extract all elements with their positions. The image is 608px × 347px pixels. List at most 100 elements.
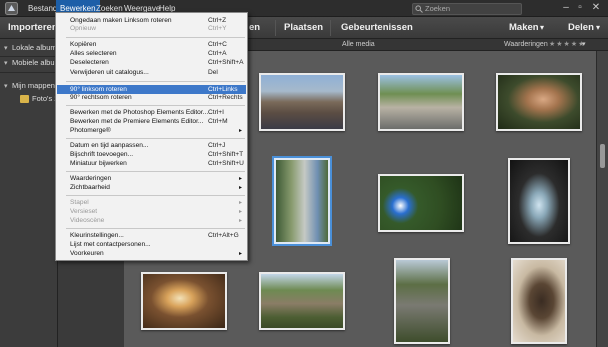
menu-item-label: Videoscène bbox=[70, 217, 105, 224]
menu-item-label: Deselecteren bbox=[70, 59, 109, 66]
collapse-arrow-icon: ▾ bbox=[4, 60, 8, 67]
menu-item-adjust-date-time[interactable]: Datum en tijd aanpassen... Ctrl+J bbox=[57, 142, 246, 150]
submenu-arrow-icon: ▸ bbox=[239, 200, 243, 206]
photo-thumbnail[interactable] bbox=[141, 272, 227, 330]
menu-item-shortcut: Ctrl+Rechts bbox=[208, 94, 243, 101]
menu-item-shortcut: Ctrl+Shift+A bbox=[208, 59, 244, 66]
submenu-arrow-icon: ▸ bbox=[239, 176, 243, 182]
photo-thumbnail[interactable] bbox=[378, 174, 464, 232]
menu-item-label: 90° linksom roteren bbox=[70, 86, 127, 93]
menu-item-label: Datum en tijd aanpassen... bbox=[70, 142, 149, 149]
menu-item-shortcut: Ctrl+Shift+U bbox=[208, 160, 244, 167]
collapse-arrow-icon: ▾ bbox=[4, 45, 8, 52]
ratings-label[interactable]: Waarderingen bbox=[504, 39, 548, 51]
menu-item-update-thumbnail[interactable]: Miniatuur bijwerken Ctrl+Shift+U bbox=[57, 160, 246, 168]
search-placeholder: Zoeken bbox=[425, 4, 451, 13]
grid-scrollbar[interactable] bbox=[596, 51, 608, 347]
menu-item-shortcut: Ctrl+M bbox=[208, 118, 228, 125]
app-logo-icon[interactable] bbox=[5, 2, 18, 15]
close-icon[interactable]: ✕ bbox=[590, 2, 602, 14]
menu-item-deselect[interactable]: Deselecteren Ctrl+Shift+A bbox=[57, 59, 246, 67]
share-chevron-icon[interactable]: ▾ bbox=[596, 17, 600, 39]
tab-events[interactable]: Gebeurtenissen bbox=[341, 17, 413, 39]
search-input[interactable]: Zoeken bbox=[412, 3, 522, 15]
photo-thumbnail[interactable] bbox=[508, 158, 570, 244]
menu-item-label: Bijschrift toevoegen... bbox=[70, 151, 134, 158]
rating-stars[interactable]: ★★★★★ bbox=[549, 39, 585, 51]
menu-item-label: 90° rechtsom roteren bbox=[70, 94, 132, 101]
menu-item-stack: Stapel ▸ bbox=[57, 199, 246, 207]
maximize-icon[interactable]: ▫ bbox=[574, 2, 586, 14]
edit-menu-dropdown: Ongedaan maken Linksom roteren Ctrl+Z Opn… bbox=[55, 12, 248, 261]
minimize-icon[interactable]: – bbox=[560, 2, 572, 14]
menu-item-label: Verwijderen uit catalogus... bbox=[70, 69, 149, 76]
my-folders-header[interactable]: ▾ Mijn mappen bbox=[0, 79, 58, 93]
local-albums-label: Lokale albums bbox=[12, 43, 58, 52]
photo-thumbnail-selected[interactable] bbox=[272, 156, 332, 246]
menu-item-photomerge[interactable]: Photomerge® ▸ bbox=[57, 127, 246, 135]
submenu-arrow-icon: ▸ bbox=[239, 185, 243, 191]
menu-item-label: Kopiëren bbox=[70, 41, 97, 48]
tab-places[interactable]: Plaatsen bbox=[284, 17, 323, 39]
photo-image bbox=[510, 160, 568, 242]
menu-item-color-settings[interactable]: Kleurinstellingen... Ctrl+Alt+G bbox=[57, 232, 246, 240]
search-icon bbox=[415, 5, 423, 13]
menu-item-shortcut: Ctrl+Z bbox=[208, 17, 227, 24]
divider bbox=[0, 72, 58, 73]
photo-thumbnail[interactable] bbox=[259, 272, 345, 330]
menu-item-rotate-right[interactable]: 90° rechtsom roteren Ctrl+Rechts bbox=[57, 94, 246, 102]
import-button[interactable]: Importeren bbox=[8, 17, 58, 39]
photo-thumbnail[interactable] bbox=[511, 258, 567, 344]
create-chevron-icon[interactable]: ▾ bbox=[540, 17, 544, 39]
submenu-arrow-icon: ▸ bbox=[239, 128, 243, 134]
menu-item-version-set: Versieset ▸ bbox=[57, 208, 246, 216]
menu-item-ratings[interactable]: Waarderingen ▸ bbox=[57, 175, 246, 183]
photo-image bbox=[498, 75, 580, 129]
menu-item-label: Lijst met contactpersonen... bbox=[70, 241, 151, 248]
tab-hidden[interactable]: en bbox=[249, 17, 260, 39]
photo-image bbox=[276, 160, 328, 242]
menu-item-label: Bewerken met de Photoshop Elements Edito… bbox=[70, 109, 209, 116]
photo-image bbox=[143, 274, 225, 328]
menu-item-remove-from-catalog[interactable]: Verwijderen uit catalogus... Del bbox=[57, 69, 246, 77]
menu-item-shortcut: Ctrl+A bbox=[208, 50, 227, 57]
menu-item-shortcut: Del bbox=[208, 69, 218, 76]
photo-image bbox=[380, 75, 462, 129]
menu-item-redo: Opnieuw Ctrl+Y bbox=[57, 25, 246, 33]
scrollbar-thumb[interactable] bbox=[600, 144, 605, 168]
submenu-arrow-icon: ▸ bbox=[239, 251, 243, 257]
menu-item-label: Zichtbaarheid bbox=[70, 184, 110, 191]
submenu-arrow-icon: ▸ bbox=[239, 209, 243, 215]
menu-item-label: Kleurinstellingen... bbox=[70, 232, 124, 239]
menu-item-rotate-left[interactable]: 90° linksom roteren Ctrl+Links bbox=[57, 85, 246, 94]
mobile-albums-label: Mobiele albums bbox=[12, 58, 58, 67]
menu-separator bbox=[66, 138, 245, 139]
menu-item-edit-photoshop[interactable]: Bewerken met de Photoshop Elements Edito… bbox=[57, 109, 246, 117]
menu-item-visibility[interactable]: Zichtbaarheid ▸ bbox=[57, 184, 246, 192]
mobile-albums-header[interactable]: ▾ Mobiele albums bbox=[0, 56, 58, 70]
photo-thumbnail[interactable] bbox=[394, 258, 450, 344]
menu-item-shortcut: Ctrl+Alt+G bbox=[208, 232, 239, 239]
photo-thumbnail[interactable] bbox=[496, 73, 582, 131]
menu-item-add-caption[interactable]: Bijschrift toevoegen... Ctrl+Shift+T bbox=[57, 151, 246, 159]
menu-item-undo[interactable]: Ongedaan maken Linksom roteren Ctrl+Z bbox=[57, 17, 246, 25]
menu-item-edit-premiere[interactable]: Bewerken met de Premiere Elements Editor… bbox=[57, 118, 246, 126]
photo-thumbnail[interactable] bbox=[378, 73, 464, 131]
menu-item-shortcut: Ctrl+J bbox=[208, 142, 226, 149]
rating-condition-chevron-icon[interactable]: ▾ bbox=[582, 39, 586, 51]
menu-item-preferences[interactable]: Voorkeuren ▸ bbox=[57, 250, 246, 258]
menu-item-label: Bewerken met de Premiere Elements Editor… bbox=[70, 118, 204, 125]
menu-separator bbox=[66, 105, 245, 106]
photo-thumbnail[interactable] bbox=[259, 73, 345, 131]
menu-item-copy[interactable]: Kopiëren Ctrl+C bbox=[57, 41, 246, 49]
create-button[interactable]: Maken bbox=[509, 17, 539, 39]
menu-item-label: Ongedaan maken Linksom roteren bbox=[70, 17, 172, 24]
menu-separator bbox=[66, 37, 245, 38]
menu-item-select-all[interactable]: Alles selecteren Ctrl+A bbox=[57, 50, 246, 58]
toolbar-separator bbox=[275, 20, 276, 36]
folder-item[interactable]: Foto's 2 bbox=[0, 92, 58, 106]
local-albums-header[interactable]: ▾ Lokale albums bbox=[0, 41, 58, 55]
photo-image bbox=[261, 274, 343, 328]
menu-item-contact-list[interactable]: Lijst met contactpersonen... bbox=[57, 241, 246, 249]
share-button[interactable]: Delen bbox=[568, 17, 594, 39]
